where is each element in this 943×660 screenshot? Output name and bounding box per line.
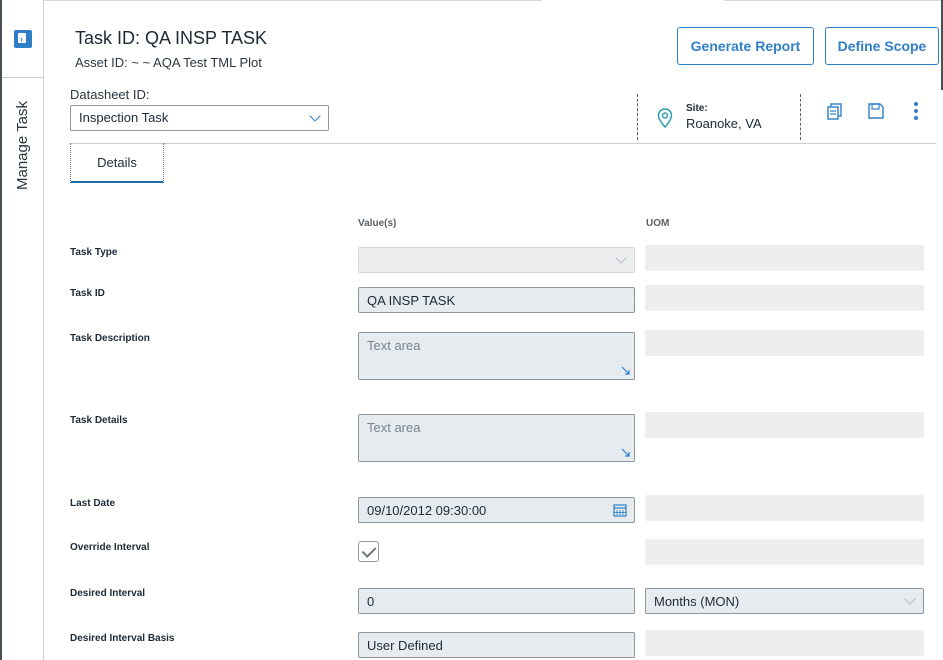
page-title: Task ID: QA INSP TASK: [75, 28, 268, 48]
tab-details[interactable]: Details: [70, 143, 164, 183]
desired-interval-basis-label: Desired Interval Basis: [70, 633, 175, 644]
calendar-icon[interactable]: [613, 503, 627, 517]
chevron-down-icon: [309, 110, 321, 122]
generate-report-button[interactable]: Generate Report: [677, 27, 814, 65]
desired-interval-label: Desired Interval: [70, 588, 146, 599]
desired-interval-input[interactable]: 0: [358, 588, 635, 614]
task-details-textarea[interactable]: Text area: [358, 414, 635, 462]
site-value: Roanoke, VA: [686, 116, 762, 131]
divider: [637, 94, 638, 140]
uom-column-header: UOM: [646, 218, 670, 229]
copy-icon[interactable]: [826, 102, 844, 120]
rail-divider: [2, 77, 44, 78]
values-column-header: Value(s): [358, 218, 397, 229]
desired-interval-uom-select[interactable]: Months (MON): [645, 588, 924, 614]
uom-field: [645, 330, 924, 356]
resize-icon[interactable]: [621, 366, 630, 375]
uom-field: [645, 245, 924, 271]
task-id-label: Task ID: [70, 288, 105, 299]
task-type-label: Task Type: [70, 247, 118, 258]
divider: [800, 94, 801, 140]
chevron-down-icon: [615, 252, 627, 264]
define-scope-button[interactable]: Define Scope: [825, 27, 939, 65]
uom-field: [645, 495, 924, 521]
site-label: Site:: [686, 103, 708, 114]
manage-task-tab[interactable]: Manage Task: [14, 101, 31, 190]
task-description-textarea[interactable]: Text area: [358, 332, 635, 380]
uom-field: [645, 412, 924, 438]
override-interval-label: Override Interval: [70, 542, 150, 553]
desired-interval-basis-input[interactable]: User Defined: [358, 632, 635, 658]
chevron-down-icon: [904, 593, 916, 605]
uom-field: [645, 630, 924, 656]
resize-icon[interactable]: [621, 448, 630, 457]
datasheet-value: Inspection Task: [79, 110, 169, 125]
datasheet-label: Datasheet ID:: [70, 87, 150, 102]
asset-subtitle: Asset ID: ~ ~ AQA Test TML Plot: [75, 55, 262, 70]
uom-field: [645, 539, 924, 565]
top-border: [44, 0, 943, 1]
left-rail: › Manage Task: [0, 0, 44, 660]
task-description-label: Task Description: [70, 333, 150, 344]
task-id-input[interactable]: QA INSP TASK: [358, 287, 635, 313]
location-pin-icon: [657, 108, 673, 128]
task-details-label: Task Details: [70, 415, 128, 426]
override-interval-checkbox[interactable]: [358, 541, 379, 562]
uom-field: [645, 285, 924, 311]
task-type-select[interactable]: [358, 247, 635, 273]
more-vert-icon[interactable]: [913, 102, 919, 120]
last-date-input[interactable]: 09/10/2012 09:30:00: [358, 497, 635, 523]
save-icon[interactable]: [867, 102, 885, 120]
tab-divider: [70, 143, 936, 144]
last-date-label: Last Date: [70, 498, 116, 509]
datasheet-select[interactable]: Inspection Task: [70, 105, 329, 131]
panel-expand-icon[interactable]: ›: [14, 30, 32, 48]
